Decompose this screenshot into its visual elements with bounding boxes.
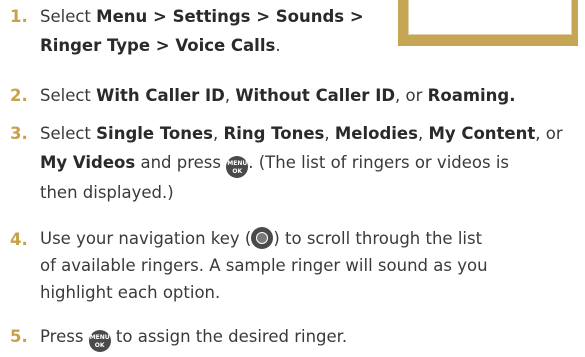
step-number: 2. — [10, 86, 28, 105]
step-text: Select With Caller ID, Without Caller ID… — [40, 81, 516, 110]
text: Select — [40, 86, 97, 105]
option: Roaming. — [427, 86, 516, 105]
option: With Caller ID — [96, 86, 225, 105]
step-text: Press MENU OK to assign the desired ringe… — [40, 322, 347, 352]
text: , — [324, 124, 335, 143]
phone-screen-thumbnail — [398, 0, 578, 46]
menu-path: Menu > Settings > Sounds > — [96, 7, 364, 26]
step-text: Select Single Tones, Ring Tones, Melodie… — [40, 119, 563, 207]
step-number: 3. — [10, 124, 28, 143]
text: , — [224, 86, 236, 105]
text: of available ringers. A sample ringer wi… — [40, 256, 488, 275]
text: then displayed.) — [40, 183, 174, 202]
text: . — [275, 36, 281, 55]
phone-screen-thumbnail-inner — [408, 0, 572, 35]
text: , or — [395, 86, 428, 105]
option: My Content — [428, 124, 536, 143]
menu-ok-key-icon: MENU OK — [226, 156, 249, 178]
text: Select — [40, 7, 97, 26]
option: Single Tones — [96, 124, 214, 143]
step-number: 5. — [10, 327, 28, 346]
text: highlight each option. — [40, 283, 221, 302]
menu-ok-key-icon: MENU OK — [88, 330, 111, 352]
step-text: Select Menu > Settings > Sounds > Ringer… — [40, 2, 364, 60]
text: , — [213, 124, 224, 143]
option: Melodies — [334, 124, 418, 143]
text: ) to scroll through the list — [273, 229, 483, 248]
text: , — [417, 124, 429, 143]
text: Use your navigation key ( — [40, 229, 252, 248]
option: Without Caller ID — [235, 86, 396, 105]
option: My Videos — [40, 153, 136, 172]
menu-path: Ringer Type > Voice Calls — [40, 36, 276, 55]
option: Ring Tones — [223, 124, 325, 143]
text: to assign the desired ringer. — [110, 327, 348, 346]
navigation-key-icon — [251, 227, 274, 249]
step-number: 1. — [10, 7, 28, 26]
text: Select — [40, 124, 97, 143]
text: , or — [535, 124, 563, 143]
step-text: Use your navigation key ( ) to scroll thr… — [40, 225, 488, 306]
text: and press — [135, 153, 227, 172]
text: . (The list of ringers or videos is — [248, 153, 510, 172]
step-number: 4. — [10, 230, 28, 249]
text: Press — [40, 327, 89, 346]
